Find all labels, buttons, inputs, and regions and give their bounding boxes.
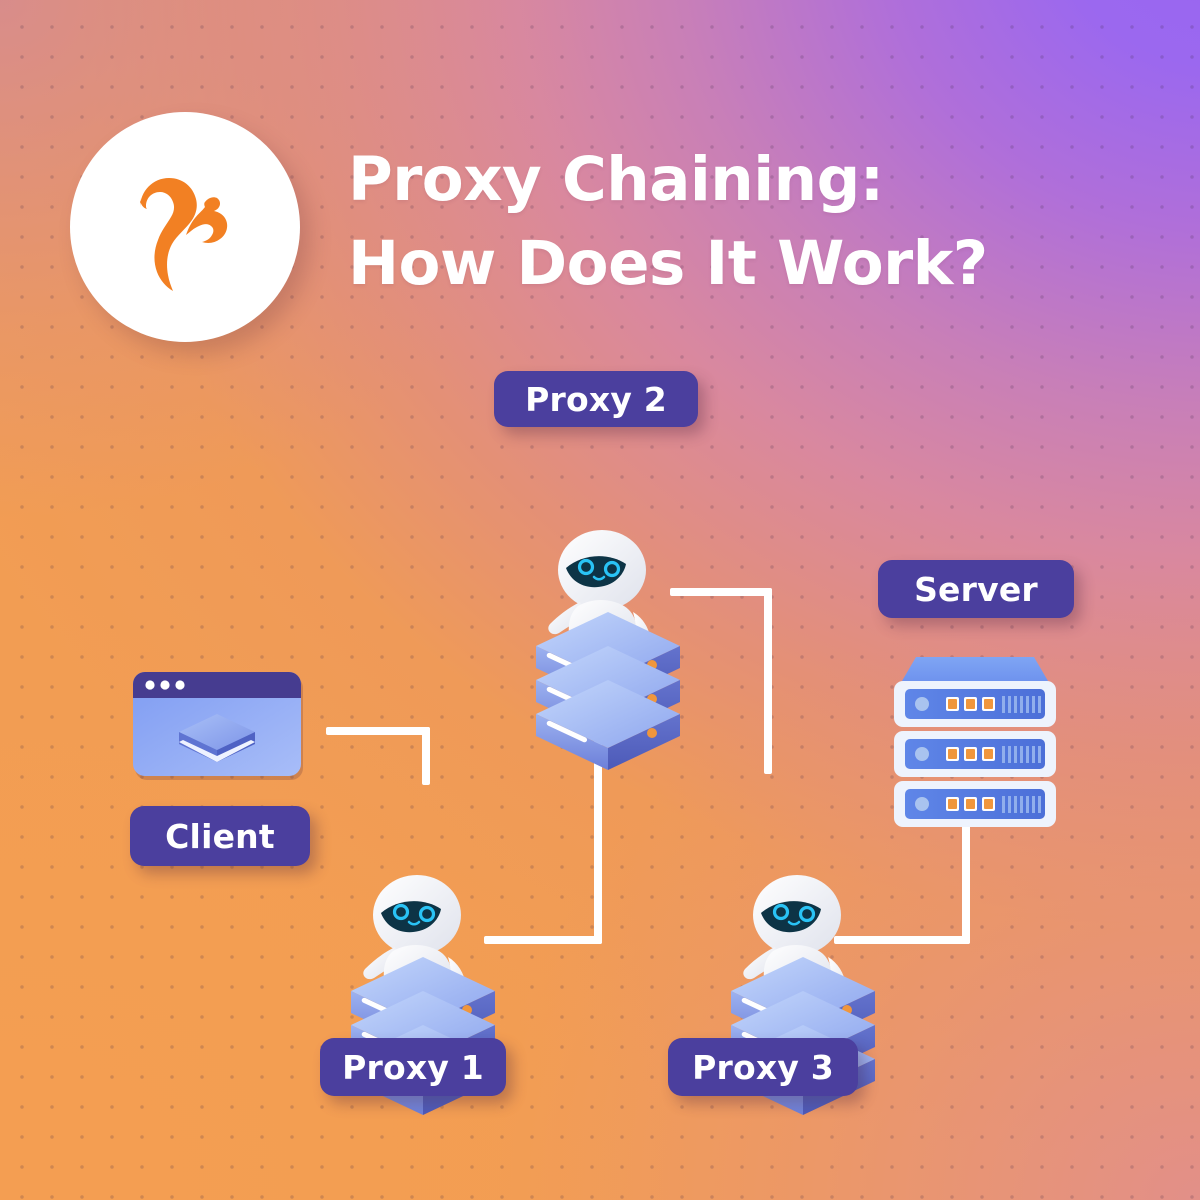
wire-client-proxy1-vertical <box>422 727 430 785</box>
infographic-canvas: Proxy Chaining: How Does It Work? Client… <box>0 0 1200 1200</box>
robot-on-server-stack-icon <box>536 530 680 770</box>
robot-on-server-stack-icon <box>351 875 495 1115</box>
title-line-2: How Does It Work? <box>348 228 988 300</box>
label-proxy1: Proxy 1 <box>320 1038 506 1096</box>
server-unit-2 <box>894 731 1056 777</box>
label-server: Server <box>878 560 1074 618</box>
label-proxy3: Proxy 3 <box>668 1038 858 1096</box>
browser-window-icon <box>133 672 303 780</box>
robot-on-server-stack-icon <box>731 875 875 1115</box>
title-line-1: Proxy Chaining: <box>348 144 884 215</box>
node-server[interactable] <box>880 645 1070 830</box>
node-proxy1[interactable] <box>335 795 515 1115</box>
server-unit-3 <box>894 781 1056 827</box>
label-proxy2: Proxy 2 <box>494 371 698 427</box>
wire-client-proxy1-horizontal <box>326 727 430 735</box>
node-proxy3[interactable] <box>715 795 895 1115</box>
wire-proxy3-server-vertical <box>962 824 970 944</box>
logo-badge <box>70 112 300 342</box>
server-rack-icon <box>894 657 1056 827</box>
node-client[interactable] <box>133 672 305 782</box>
squirrel-logo-icon <box>140 178 228 291</box>
page-title: Proxy Chaining: How Does It Work? <box>348 138 1108 306</box>
server-unit-1 <box>894 681 1056 727</box>
label-client: Client <box>130 806 310 866</box>
node-proxy2[interactable] <box>520 450 700 770</box>
wire-proxy2-proxy3-vertical <box>764 588 772 774</box>
